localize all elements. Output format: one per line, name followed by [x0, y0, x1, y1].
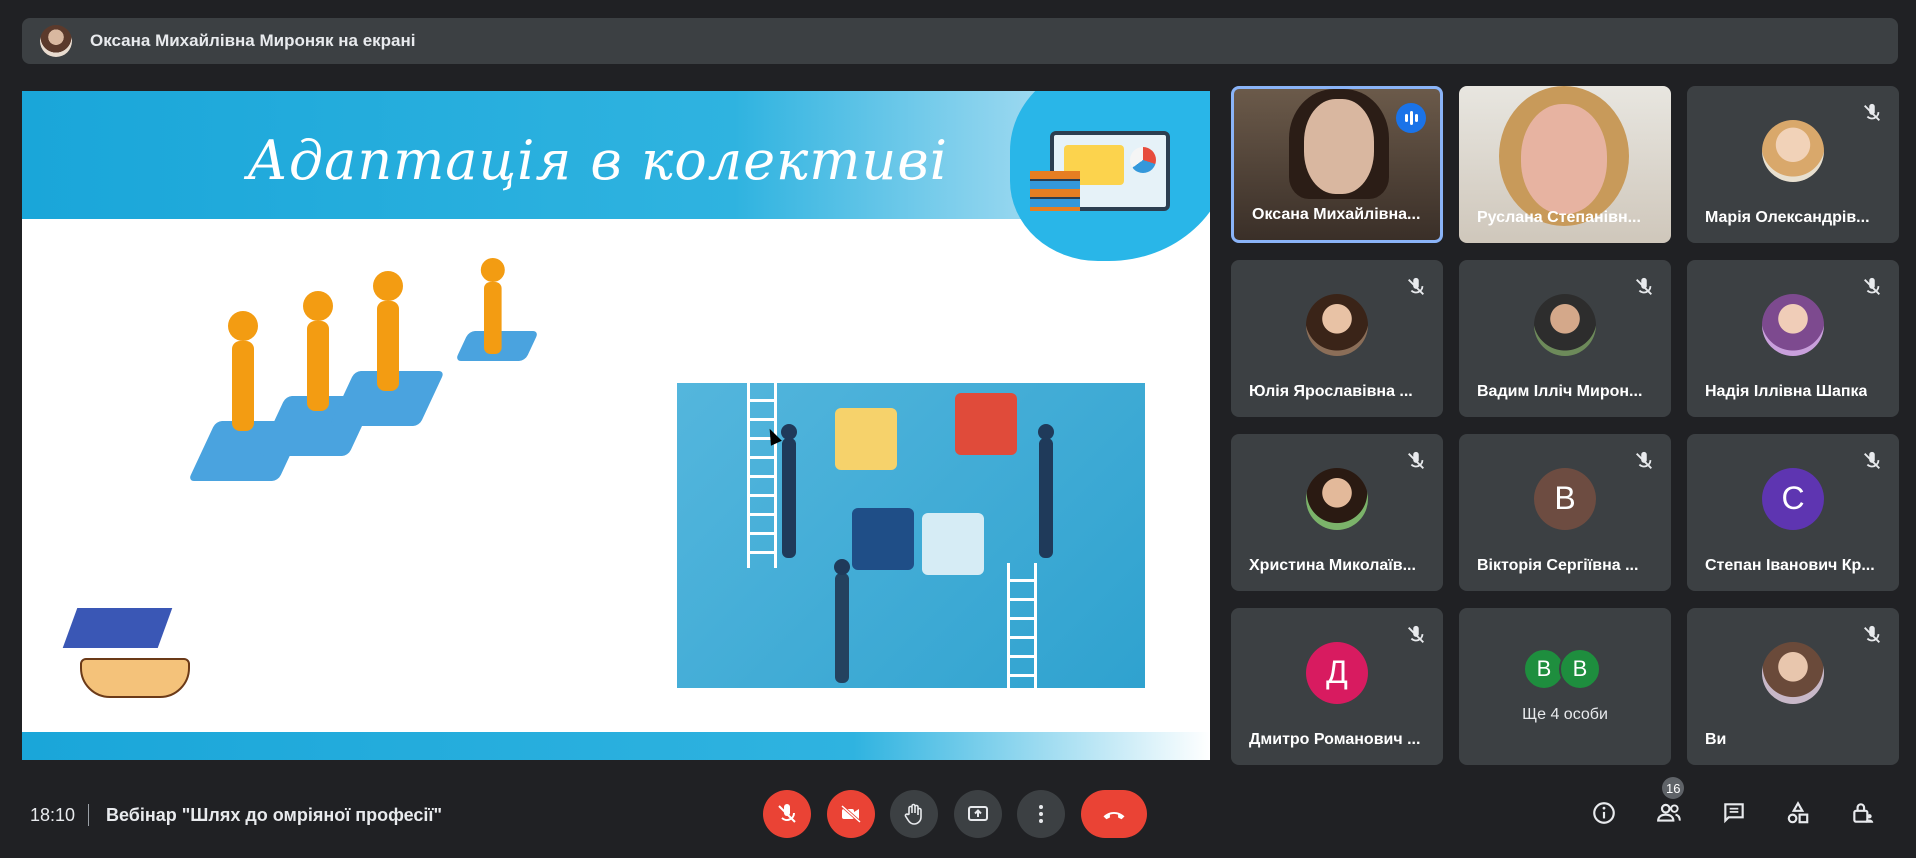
participant-name: Дмитро Романович ...: [1249, 731, 1421, 748]
mic-off-icon: [1861, 102, 1883, 124]
speaking-indicator-icon: [1396, 103, 1426, 133]
slide-figures-image: [172, 251, 552, 511]
participant-name: Христина Миколаїв...: [1249, 557, 1416, 574]
mic-off-icon: [1405, 450, 1427, 472]
participant-avatar: [1306, 467, 1368, 530]
camera-toggle-button[interactable]: [827, 790, 875, 838]
slide-footer-bar: [22, 732, 1210, 760]
participant-initial-avatar: В: [1559, 648, 1601, 690]
participant-avatar: [1306, 293, 1368, 356]
more-participants-label: Ще 4 особи: [1522, 706, 1608, 723]
participant-tile[interactable]: Руслана Степанівн...: [1459, 86, 1671, 243]
mic-off-icon: [1405, 624, 1427, 646]
participant-tile[interactable]: В Вікторія Сергіївна ...: [1459, 434, 1671, 591]
meeting-details-button[interactable]: [1590, 799, 1618, 827]
people-button[interactable]: [1655, 799, 1683, 827]
participant-tile[interactable]: Надія Іллівна Шапка: [1687, 260, 1899, 417]
participant-name: Руслана Степанівн...: [1477, 209, 1641, 226]
participant-name: Марія Олександрів...: [1705, 209, 1870, 226]
participant-initial-avatar: Д: [1306, 641, 1368, 704]
mic-off-icon: [1861, 624, 1883, 646]
participant-tile[interactable]: Оксана Михайлівна...: [1231, 86, 1443, 243]
chat-button[interactable]: [1720, 799, 1748, 827]
participant-tile[interactable]: Вадим Ілліч Мирон...: [1459, 260, 1671, 417]
more-options-button[interactable]: [1017, 790, 1065, 838]
hand-icon: [904, 803, 922, 825]
participant-avatar: [1762, 119, 1824, 182]
slide-puzzle-illustration: [677, 383, 1145, 688]
participant-avatar: [1534, 293, 1596, 356]
mic-off-icon: [778, 804, 796, 823]
present-icon: [968, 806, 988, 821]
people-count-badge: 16: [1662, 777, 1685, 799]
lock-person-icon: [1853, 803, 1874, 823]
participant-tile[interactable]: Марія Олександрів...: [1687, 86, 1899, 243]
leave-call-button[interactable]: [1081, 790, 1147, 838]
participant-name: Ви: [1705, 731, 1727, 748]
self-avatar: [1762, 641, 1824, 704]
raise-hand-button[interactable]: [890, 790, 938, 838]
mic-toggle-button[interactable]: [763, 790, 811, 838]
presentation-stage[interactable]: Адаптація в колективі: [22, 91, 1210, 760]
more-participants-avatars: В В: [1523, 648, 1601, 690]
camera-off-icon: [841, 804, 861, 824]
mic-off-icon: [1405, 276, 1427, 298]
more-vert-icon: [1039, 805, 1043, 823]
participant-name: Вадим Ілліч Мирон...: [1477, 383, 1643, 400]
mic-off-icon: [1633, 276, 1655, 298]
divider: [88, 804, 89, 826]
meeting-title: Вебінар "Шлях до омріяної професії": [106, 805, 443, 825]
activities-icon: [1787, 801, 1809, 824]
participant-name: Степан Іванович Кр...: [1705, 557, 1875, 574]
control-bar: 18:10 Вебінар "Шлях до омріяної професії…: [0, 775, 1916, 858]
mic-off-icon: [1861, 450, 1883, 472]
presenting-banner: Оксана Михайлівна Мироняк на екрані: [22, 18, 1898, 64]
more-participants-tile[interactable]: В В Ще 4 особи: [1459, 608, 1671, 765]
people-icon: [1657, 803, 1681, 822]
info-icon: [1593, 802, 1615, 824]
present-screen-button[interactable]: [954, 790, 1002, 838]
participant-name: Юлія Ярославівна ...: [1249, 383, 1413, 400]
participant-tile[interactable]: Юлія Ярославівна ...: [1231, 260, 1443, 417]
participant-initial-avatar: В: [1534, 467, 1596, 530]
host-controls-button[interactable]: [1849, 799, 1877, 827]
participant-name: Оксана Михайлівна...: [1252, 206, 1421, 223]
mic-off-icon: [1633, 450, 1655, 472]
chat-icon: [1724, 803, 1744, 824]
participant-tile[interactable]: Христина Миколаїв...: [1231, 434, 1443, 591]
slide-title: Адаптація в колективі: [247, 129, 948, 192]
slide-books-image: [1030, 171, 1080, 211]
self-tile[interactable]: Ви: [1687, 608, 1899, 765]
activities-button[interactable]: [1784, 799, 1812, 827]
hang-up-icon: [1103, 811, 1125, 820]
participant-name: Надія Іллівна Шапка: [1705, 383, 1868, 400]
slide-graduation-image: [30, 598, 200, 728]
presenting-text: Оксана Михайлівна Мироняк на екрані: [90, 31, 416, 50]
presenter-avatar: [40, 25, 72, 57]
participant-name: Вікторія Сергіївна ...: [1477, 557, 1639, 574]
participant-avatar: [1762, 293, 1824, 356]
meeting-clock: 18:10: [30, 805, 76, 825]
participant-tile[interactable]: С Степан Іванович Кр...: [1687, 434, 1899, 591]
participant-initial-avatar: С: [1762, 467, 1824, 530]
participant-tile[interactable]: Д Дмитро Романович ...: [1231, 608, 1443, 765]
mic-off-icon: [1861, 276, 1883, 298]
